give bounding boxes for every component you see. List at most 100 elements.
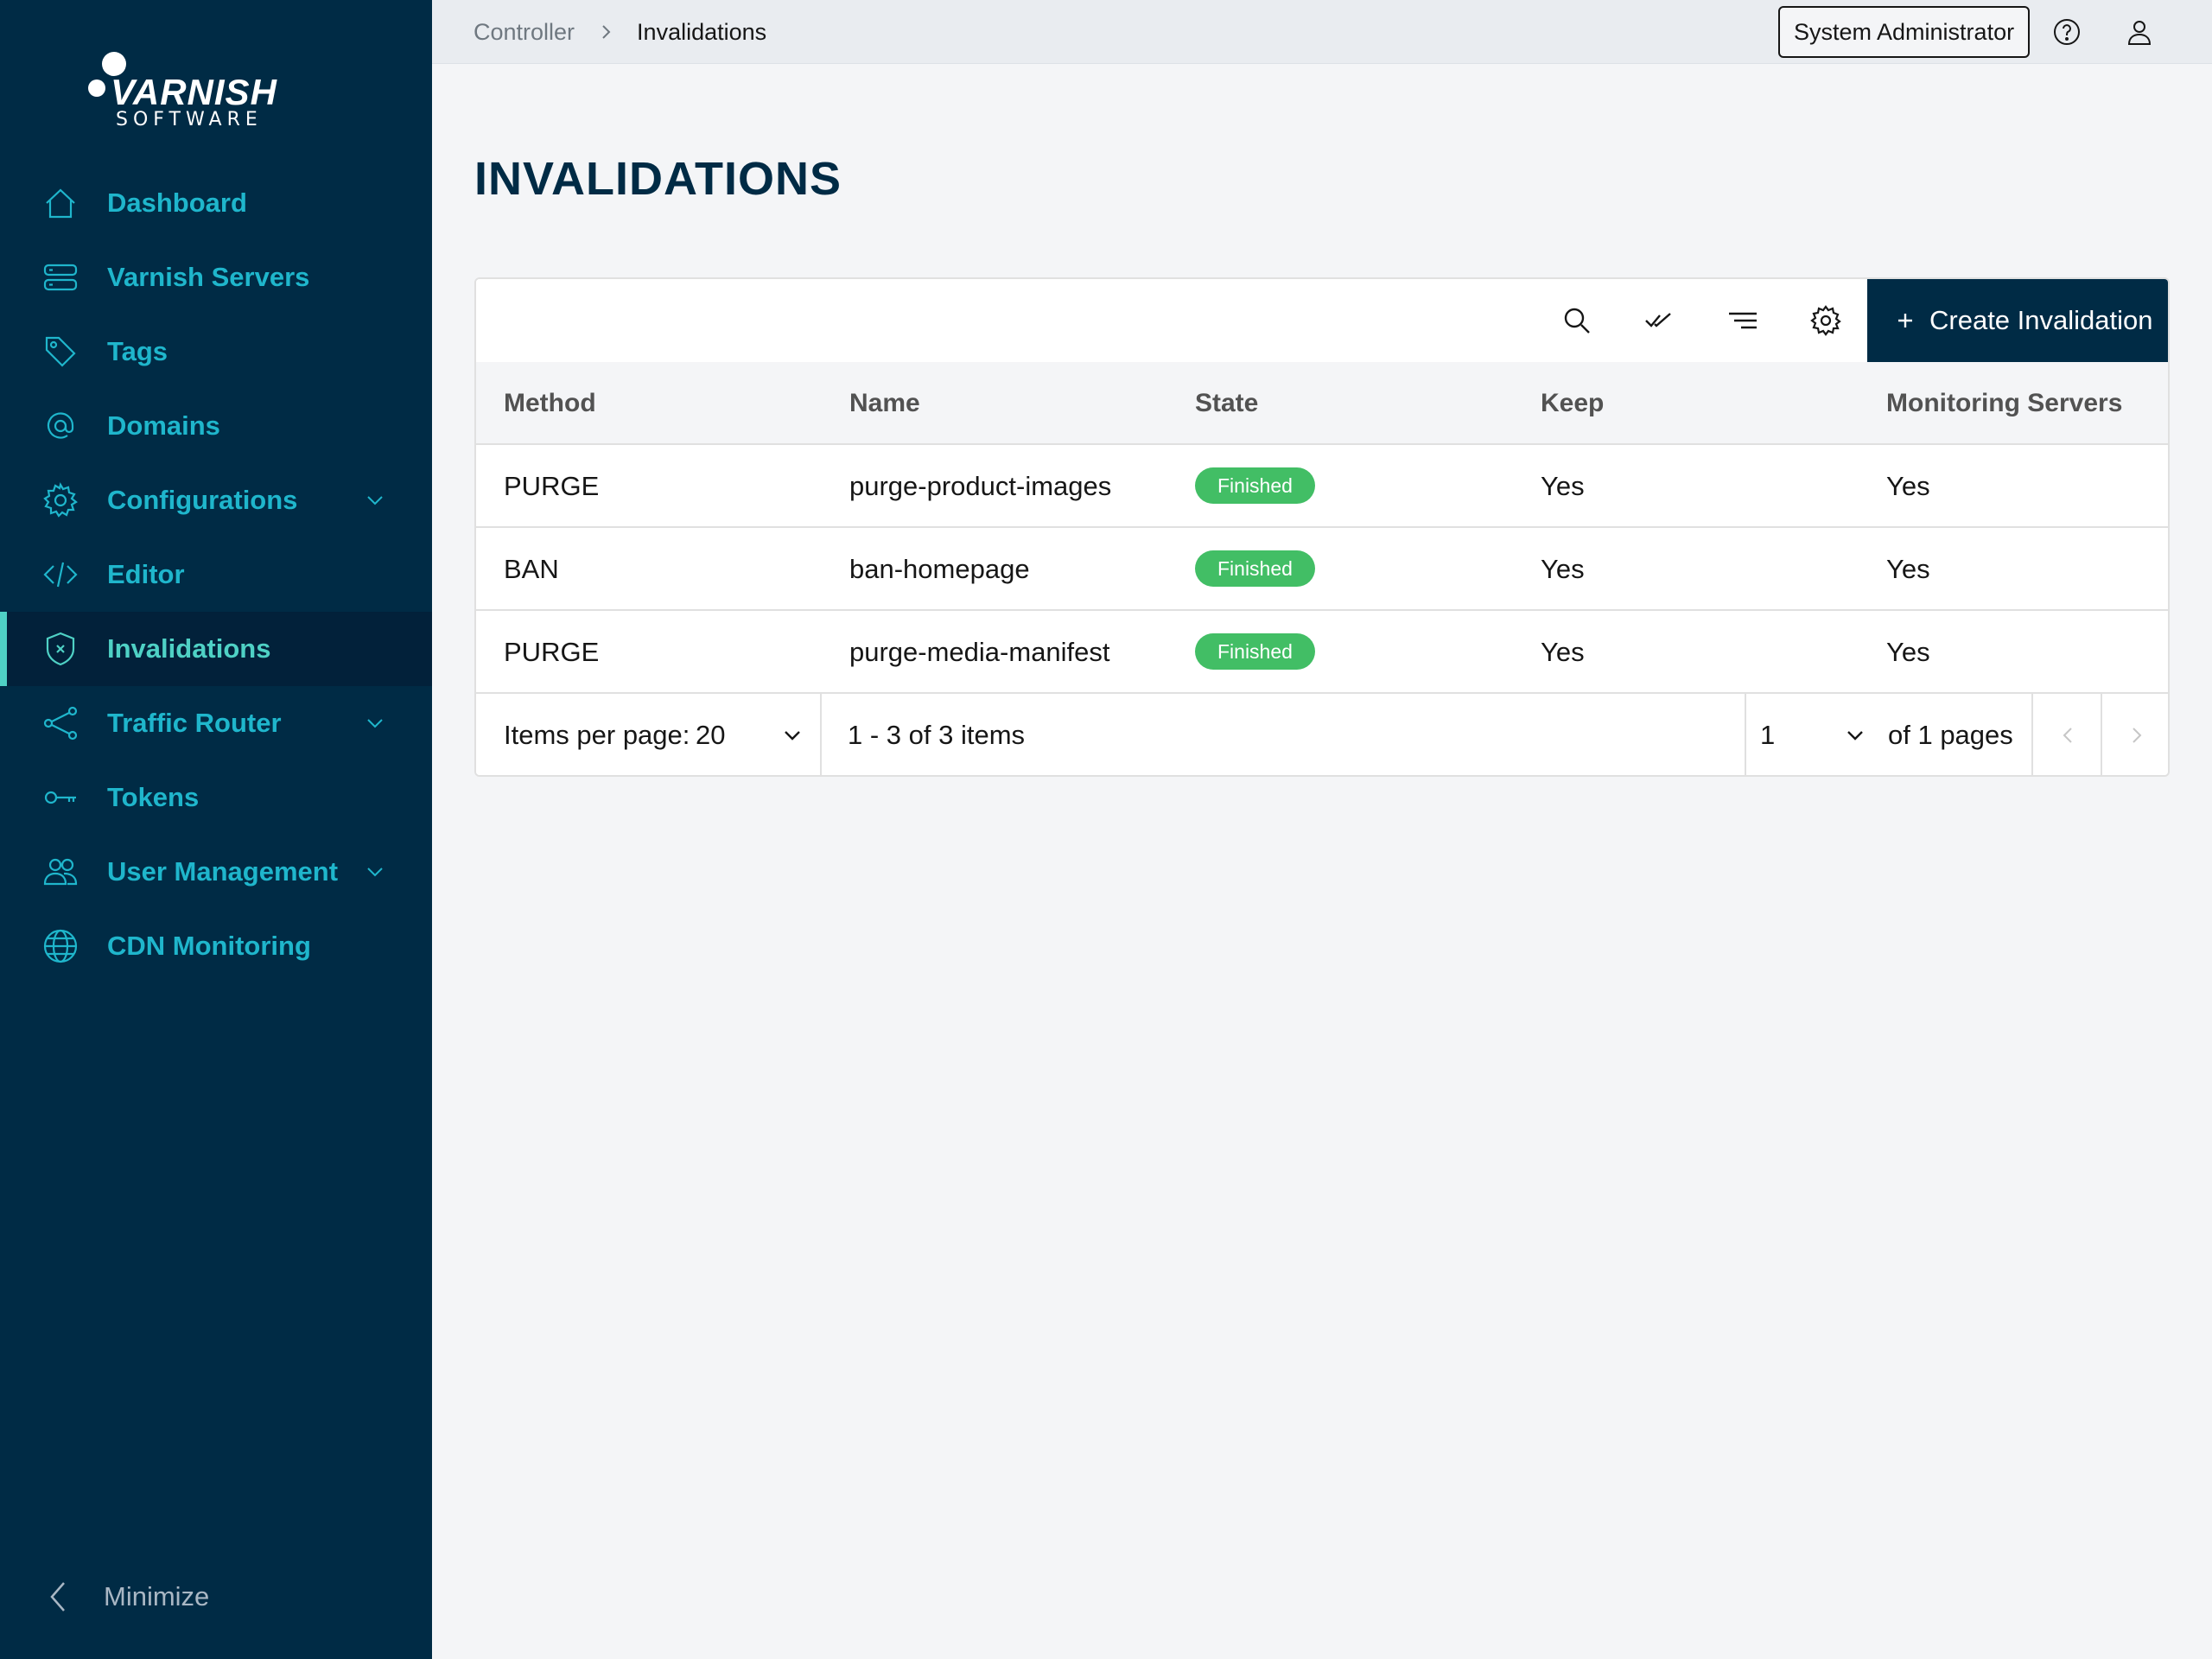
table-header: Method Name State Keep Monitoring Server…	[476, 362, 2168, 445]
shield-x-icon	[41, 630, 79, 668]
sidebar-item-editor[interactable]: Editor	[0, 537, 432, 612]
items-per-page-select[interactable]: 20	[696, 694, 725, 775]
sidebar-item-label: Tokens	[107, 782, 200, 812]
table-toolbar: Create Invalidation	[476, 279, 2168, 362]
chevron-down-icon[interactable]	[1843, 723, 1867, 747]
breadcrumb-current: Invalidations	[637, 18, 767, 45]
sidebar-item-label: Varnish Servers	[107, 262, 310, 292]
users-icon	[41, 853, 79, 891]
cell-keep: Yes	[1541, 637, 1585, 667]
cell-name: ban-homepage	[849, 554, 1030, 584]
key-icon	[41, 779, 79, 817]
cell-name: purge-product-images	[849, 471, 1112, 501]
cell-keep: Yes	[1541, 554, 1585, 584]
server-icon	[41, 258, 79, 296]
page-title: INVALIDATIONS	[474, 153, 842, 205]
sidebar-item-dashboard[interactable]: Dashboard	[0, 166, 432, 240]
column-header-name[interactable]: Name	[849, 362, 920, 445]
create-invalidation-button[interactable]: Create Invalidation	[1867, 279, 2168, 362]
help-icon[interactable]	[2051, 16, 2082, 48]
items-per-page-label: Items per page:	[504, 720, 690, 750]
breadcrumb: Controller Invalidations	[474, 0, 766, 64]
logo-wordmark: VARNISH	[111, 72, 277, 112]
batch-select-icon[interactable]	[1643, 303, 1677, 338]
create-invalidation-label: Create Invalidation	[1929, 305, 2153, 335]
at-icon	[41, 407, 79, 445]
chevron-left-icon	[50, 1582, 65, 1611]
sidebar-item-label: User Management	[107, 856, 339, 887]
table-row[interactable]: PURGE purge-product-images Finished Yes …	[476, 445, 2168, 528]
search-icon[interactable]	[1560, 303, 1594, 338]
filter-icon[interactable]	[1726, 303, 1760, 338]
sidebar-item-tags[interactable]: Tags	[0, 315, 432, 389]
pagination: Items per page: 20 1 - 3 of 3 items 1 of…	[476, 694, 2168, 775]
globe-icon	[41, 927, 79, 965]
settings-icon[interactable]	[1808, 303, 1843, 338]
user-icon[interactable]	[2124, 16, 2155, 48]
chevron-right-icon	[2133, 728, 2142, 743]
sidebar-item-label: CDN Monitoring	[107, 931, 311, 961]
previous-page-button[interactable]	[2033, 694, 2102, 775]
minimize-button[interactable]: Minimize	[0, 1562, 432, 1631]
cell-method: PURGE	[504, 471, 600, 501]
sidebar-item-cdn-monitoring[interactable]: CDN Monitoring	[0, 909, 432, 983]
chevron-left-icon	[2063, 728, 2072, 743]
invalidations-table-card: Create Invalidation Method Name State Ke…	[474, 277, 2170, 777]
breadcrumb-controller[interactable]: Controller	[474, 19, 575, 46]
total-pages: of 1 pages	[1888, 720, 2013, 750]
cell-method: BAN	[504, 554, 559, 584]
chevron-down-icon[interactable]	[780, 723, 804, 747]
sidebar-item-user-management[interactable]: User Management	[0, 835, 432, 909]
sidebar-nav: Dashboard Varnish Servers Tags Domains C…	[0, 166, 432, 983]
tag-icon	[41, 333, 79, 371]
logo-subtitle: SOFTWARE	[116, 109, 263, 130]
sidebar-item-label: Editor	[107, 559, 185, 589]
sidebar-item-label: Dashboard	[107, 188, 247, 218]
sidebar-item-label: Domains	[107, 410, 220, 441]
column-header-monitoring-servers[interactable]: Monitoring Servers	[1886, 362, 2122, 445]
home-icon	[41, 184, 79, 222]
status-badge: Finished	[1195, 467, 1315, 504]
chevron-down-icon	[367, 719, 383, 728]
share-icon	[41, 704, 79, 742]
next-page-button[interactable]	[2102, 694, 2168, 775]
cell-name: purge-media-manifest	[849, 637, 1110, 667]
sidebar-item-varnish-servers[interactable]: Varnish Servers	[0, 240, 432, 315]
sidebar-item-traffic-router[interactable]: Traffic Router	[0, 686, 432, 760]
page-select[interactable]: 1	[1760, 694, 1775, 775]
chevron-down-icon	[367, 868, 383, 877]
sidebar-item-label: Tags	[107, 336, 168, 366]
cell-monitoring-servers: Yes	[1886, 554, 1930, 584]
sidebar: VARNISH SOFTWARE Dashboard Varnish Serve…	[0, 0, 432, 1659]
cell-monitoring-servers: Yes	[1886, 471, 1930, 501]
cell-method: PURGE	[504, 637, 600, 667]
divider	[1745, 694, 1746, 775]
table-row[interactable]: PURGE purge-media-manifest Finished Yes …	[476, 611, 2168, 694]
status-badge: Finished	[1195, 633, 1315, 670]
logo-dot	[88, 79, 105, 97]
varnish-logo[interactable]: VARNISH SOFTWARE	[85, 48, 276, 135]
code-icon	[41, 556, 79, 594]
gear-icon	[41, 481, 79, 519]
divider	[820, 694, 822, 775]
table-row[interactable]: BAN ban-homepage Finished Yes Yes	[476, 528, 2168, 611]
column-header-method[interactable]: Method	[504, 362, 596, 445]
sidebar-item-label: Traffic Router	[107, 708, 282, 738]
sidebar-item-label: Invalidations	[107, 633, 271, 664]
top-bar: Controller Invalidations System Administ…	[432, 0, 2212, 64]
cell-keep: Yes	[1541, 471, 1585, 501]
sidebar-item-tokens[interactable]: Tokens	[0, 760, 432, 835]
chevron-down-icon	[367, 496, 383, 505]
sidebar-item-label: Configurations	[107, 485, 298, 515]
items-range: 1 - 3 of 3 items	[848, 720, 1026, 750]
sidebar-item-invalidations[interactable]: Invalidations	[0, 612, 432, 686]
cell-monitoring-servers: Yes	[1886, 637, 1930, 667]
status-badge: Finished	[1195, 550, 1315, 587]
role-switch-button[interactable]: System Administrator	[1778, 6, 2031, 58]
minimize-label: Minimize	[104, 1581, 210, 1611]
column-header-keep[interactable]: Keep	[1541, 362, 1604, 445]
sidebar-item-domains[interactable]: Domains	[0, 389, 432, 463]
chevron-right-icon	[602, 25, 611, 39]
column-header-state[interactable]: State	[1195, 362, 1258, 445]
sidebar-item-configurations[interactable]: Configurations	[0, 463, 432, 537]
